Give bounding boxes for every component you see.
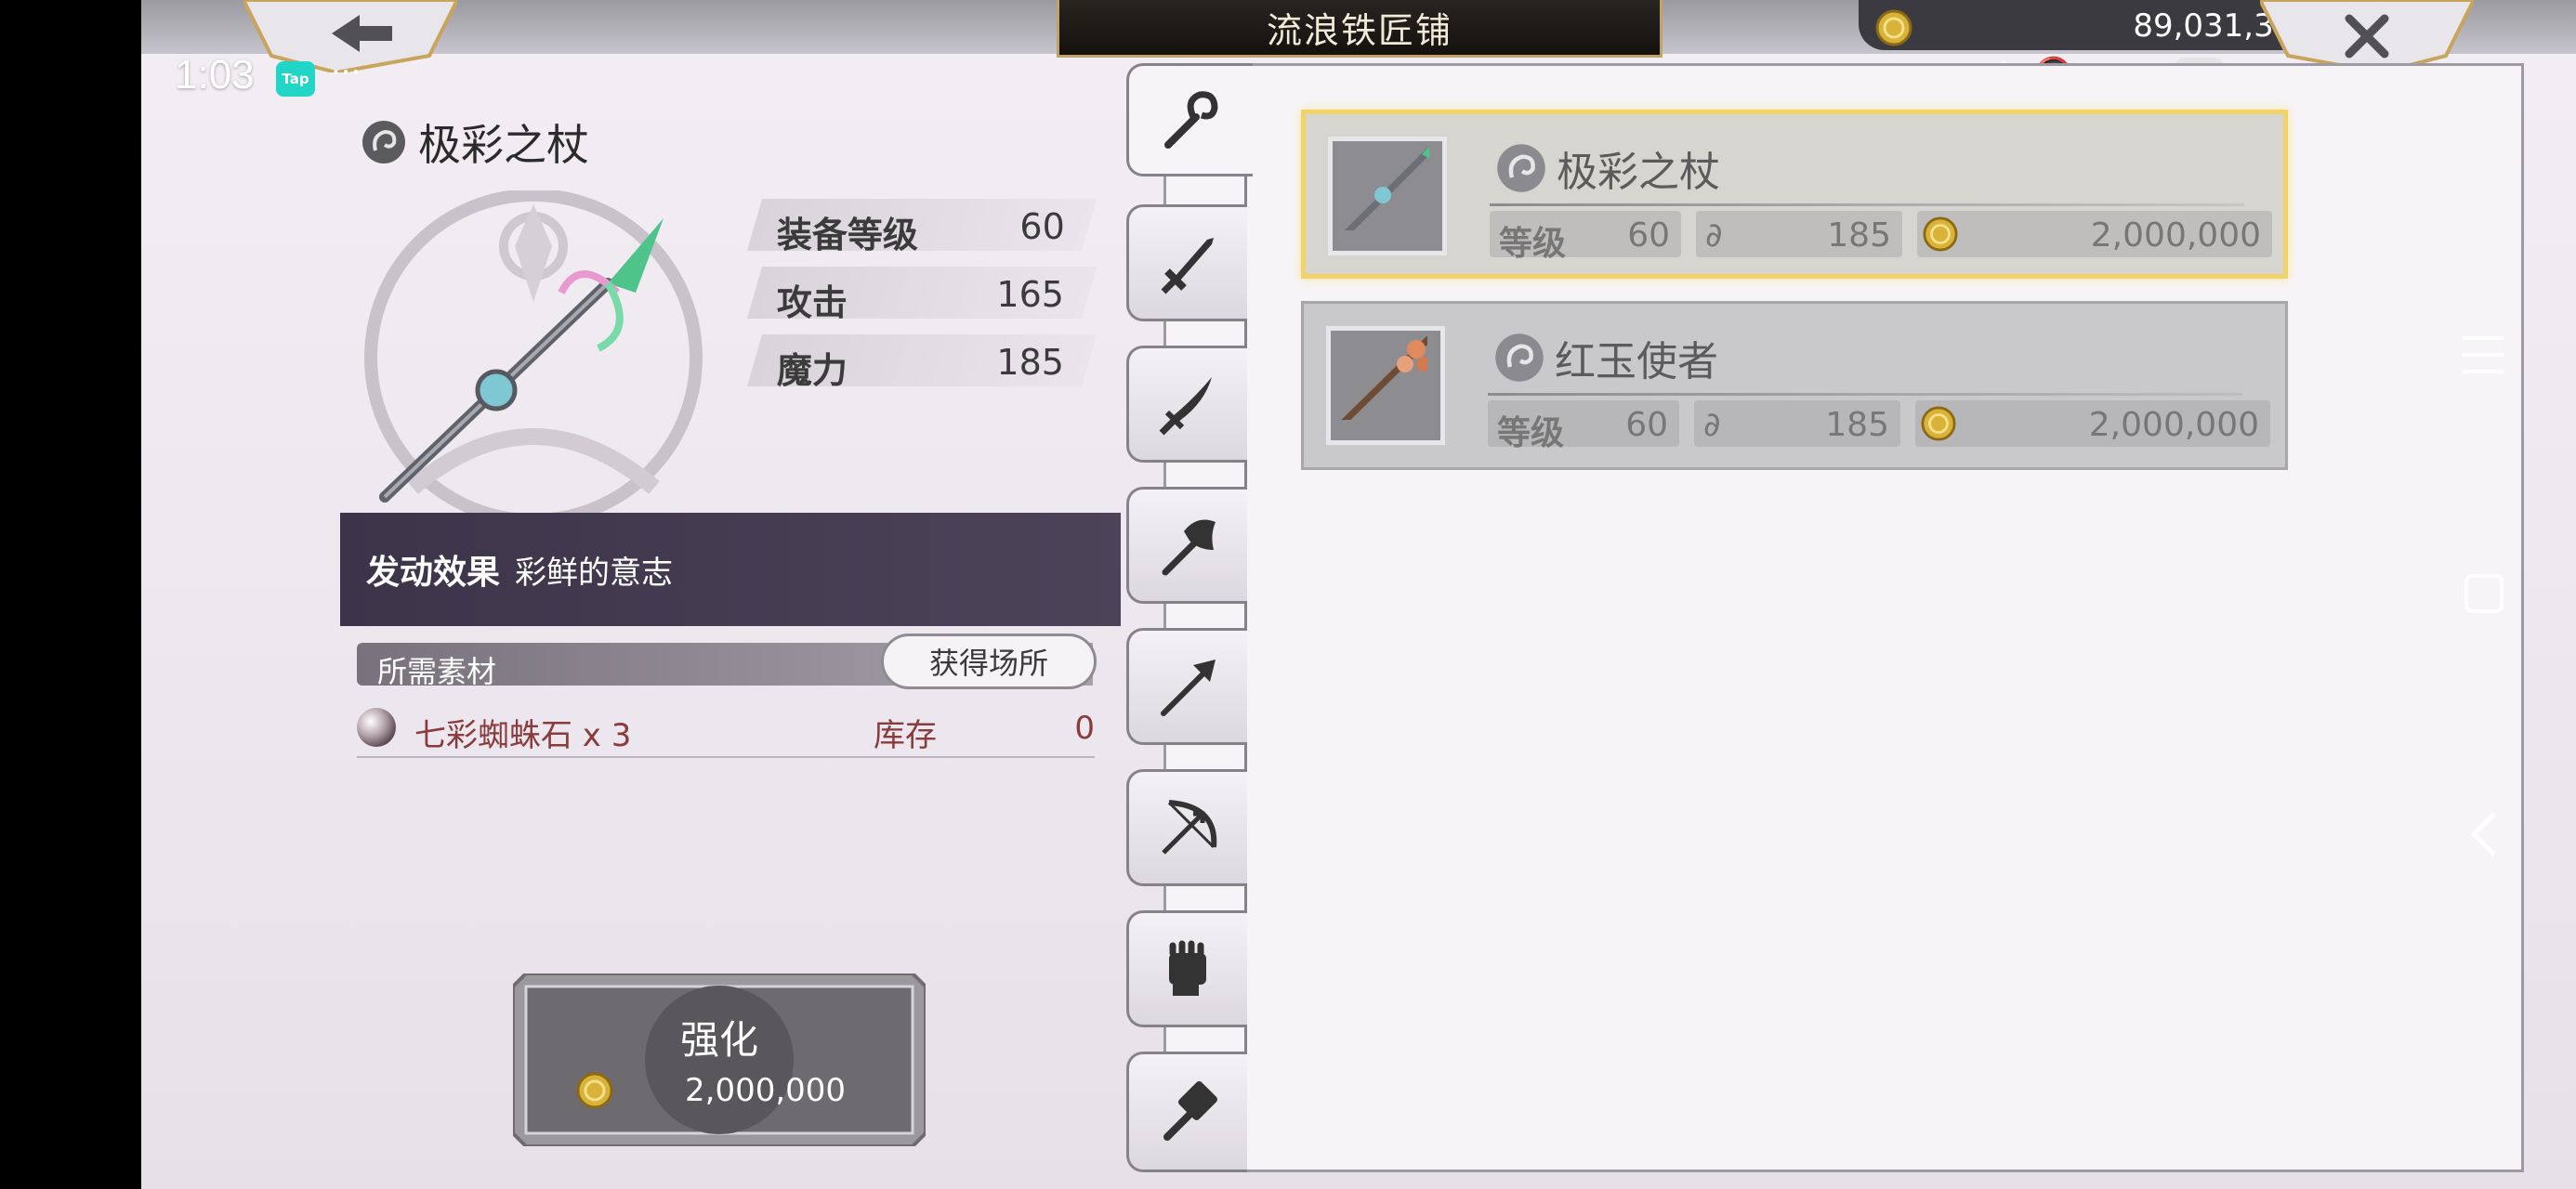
price-value: 2,000,000	[2088, 406, 2259, 444]
stat-value: 60	[1019, 206, 1065, 247]
gauntlet-icon	[1168, 940, 1206, 996]
axe-icon	[1162, 519, 1216, 576]
tap-app-icon: Tap	[276, 61, 315, 97]
tab-staff[interactable]	[1126, 63, 1253, 176]
status-time: 1:03	[175, 52, 255, 98]
staff-image	[1341, 335, 1427, 420]
material-row: 七彩蜘蛛石 x 3 库存 0	[357, 702, 1095, 758]
item-name: 极彩之杖	[418, 120, 589, 170]
weapon-card-selected[interactable]: 极彩之杖 等级 60 ∂ 185 2,000,000	[1301, 110, 2288, 279]
stat-row-magic: 魔力 185	[746, 334, 1097, 391]
katana-icon	[1159, 377, 1212, 436]
weapon-thumbnail	[1326, 326, 1445, 445]
enhance-label: 强化	[679, 1017, 758, 1063]
stats-list: 装备等级 60 攻击 165 魔力 185	[746, 199, 1097, 402]
level-chip: 等级 60	[1490, 211, 1681, 263]
effect-label: 发动效果	[366, 554, 501, 592]
bow-icon	[1161, 800, 1216, 855]
staff-image	[1345, 146, 1429, 230]
hammer-icon	[1163, 1081, 1217, 1141]
tab-spear[interactable]	[1126, 628, 1247, 745]
staff-type-icon	[1497, 144, 1545, 192]
staff-type-icon	[362, 121, 405, 163]
gold-coin-icon	[1875, 9, 1912, 46]
stat-row-equip-level: 装备等级 60	[746, 199, 1097, 255]
material-stock-label: 库存	[874, 717, 937, 754]
magic-value: 185	[1825, 406, 1889, 444]
card-divider	[1490, 203, 2244, 206]
gold-coin-icon	[1921, 406, 1956, 450]
game-screen: 流浪铁匠铺 89,031,305 1:03 Tap ··· ✱ 🔕 ⊠ ≋ 73…	[141, 0, 2576, 1189]
magic-icon: ∂	[1703, 406, 1721, 444]
status-more-icon: ···	[331, 54, 361, 91]
price-value: 2,000,000	[2090, 216, 2261, 255]
nav-menu-icon[interactable]	[2463, 336, 2504, 373]
tab-gauntlet[interactable]	[1126, 910, 1247, 1027]
tab-sword[interactable]	[1126, 204, 1247, 321]
stat-row-attack: 攻击 165	[746, 267, 1097, 323]
magic-value: 185	[1827, 216, 1891, 255]
nav-back-icon[interactable]	[2466, 808, 2504, 860]
nav-home-icon[interactable]	[2464, 574, 2504, 613]
material-stock-value: 0	[1074, 710, 1095, 747]
price-chip: 2,000,000	[1917, 211, 2272, 257]
stat-value: 185	[996, 342, 1065, 383]
staff-type-icon	[1495, 333, 1544, 382]
stat-value: 165	[996, 274, 1065, 315]
weapon-name-row: 红玉使者	[1493, 328, 1718, 387]
tab-hammer[interactable]	[1126, 1052, 1247, 1172]
item-title: 极彩之杖	[361, 111, 589, 173]
enhance-cost: 2,000,000	[685, 1072, 847, 1109]
weapon-emblem	[364, 190, 703, 525]
tab-katana[interactable]	[1126, 346, 1247, 463]
weapon-name: 红玉使者	[1555, 338, 1718, 385]
level-value: 60	[1625, 406, 1668, 444]
sword-icon	[1161, 238, 1214, 294]
price-chip: 2,000,000	[1915, 400, 2270, 447]
tab-bow[interactable]	[1126, 769, 1247, 886]
effect-band: 发动效果 彩鲜的意志	[340, 513, 1121, 626]
stat-label: 魔力	[776, 350, 848, 391]
weapon-name: 极彩之杖	[1557, 149, 1720, 196]
acquisition-source-button[interactable]: 获得场所	[881, 634, 1097, 689]
gold-coin-icon	[576, 1072, 613, 1109]
materials-header-label: 所需素材	[377, 654, 497, 689]
material-name: 七彩蜘蛛石 x 3	[414, 717, 632, 754]
spear-icon	[1160, 660, 1216, 716]
gold-coin-icon	[1923, 216, 1958, 260]
stat-label: 攻击	[776, 282, 848, 323]
weapon-name-row: 极彩之杖	[1495, 138, 1720, 198]
weapon-thumbnail	[1328, 137, 1447, 255]
weapon-card[interactable]: 红玉使者 等级 60 ∂ 185 2,000,000	[1301, 301, 2288, 470]
card-divider	[1488, 393, 2242, 396]
level-chip: 等级 60	[1488, 400, 1679, 452]
spider-stone-icon	[357, 708, 396, 747]
tab-axe[interactable]	[1126, 487, 1247, 604]
stat-label: 装备等级	[776, 215, 918, 255]
magic-icon: ∂	[1705, 216, 1723, 255]
magic-chip: ∂ 185	[1696, 211, 1902, 257]
level-label: 等级	[1499, 225, 1567, 263]
magic-chip: ∂ 185	[1694, 400, 1900, 447]
page-title: 流浪铁匠铺	[1057, 0, 1663, 58]
enhance-button[interactable]: 强化 2,000,000	[513, 973, 926, 1146]
effect-value: 彩鲜的意志	[515, 554, 674, 592]
close-button[interactable]	[2260, 0, 2474, 72]
staff-icon	[1163, 91, 1218, 149]
level-value: 60	[1627, 216, 1670, 255]
level-label: 等级	[1497, 414, 1565, 452]
